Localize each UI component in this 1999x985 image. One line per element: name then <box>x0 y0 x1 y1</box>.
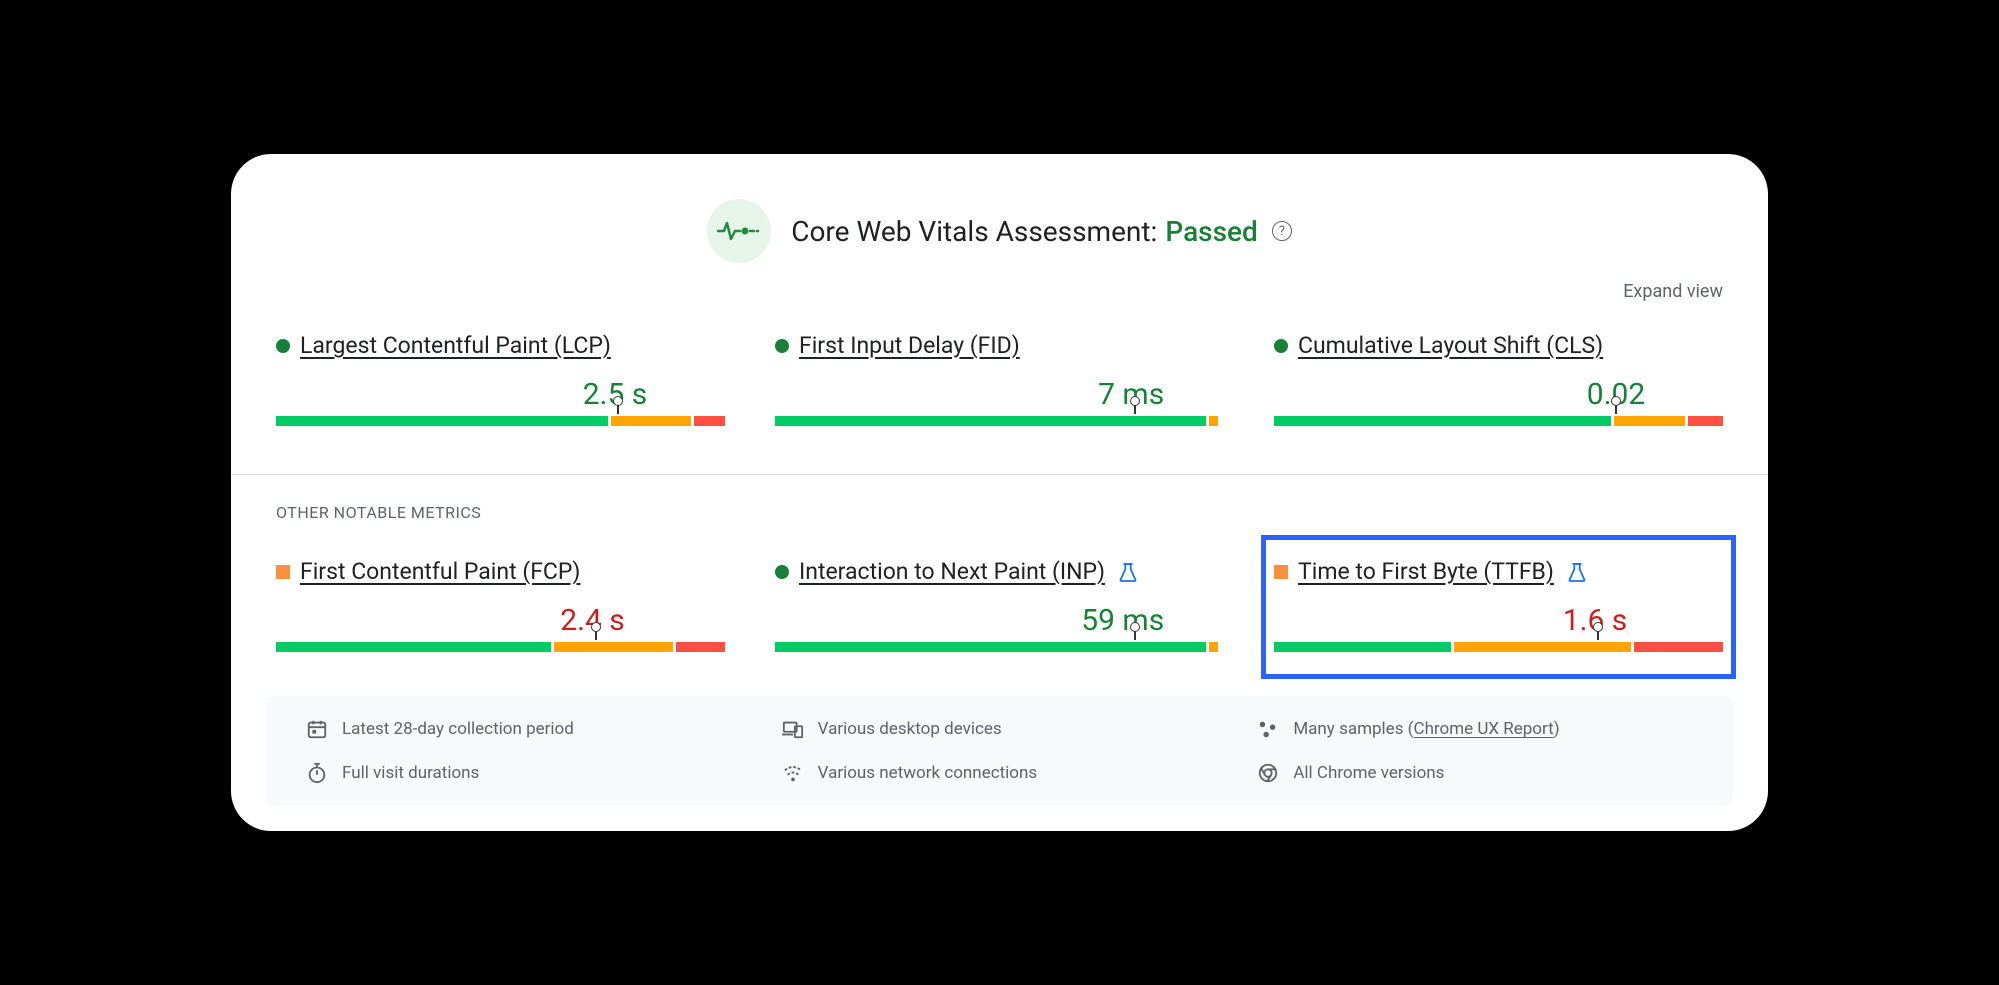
metric-value: 2.5 s <box>276 377 725 412</box>
metric-card: Time to First Byte (TTFB) 1.6 s <box>1264 538 1733 676</box>
metric-bar <box>775 416 1224 432</box>
metric-bar <box>276 416 725 432</box>
flask-icon <box>1568 562 1586 582</box>
footer-collection-text: Latest 28-day collection period <box>342 719 574 739</box>
assessment-header: Core Web Vitals Assessment: Passed ? <box>266 184 1733 263</box>
metric-value: 1.6 s <box>1274 603 1723 638</box>
pulse-icon <box>707 199 771 263</box>
footer-network-text: Various network connections <box>818 763 1038 783</box>
bar-marker <box>1597 630 1599 640</box>
footer-devices-text: Various desktop devices <box>818 719 1002 739</box>
metric-card: Cumulative Layout Shift (CLS) 0.02 <box>1274 332 1723 432</box>
footer-devices: Various desktop devices <box>782 718 1218 740</box>
metric-bar <box>1274 416 1723 432</box>
metric-name-link[interactable]: Cumulative Layout Shift (CLS) <box>1298 332 1603 359</box>
assessment-title: Core Web Vitals Assessment: Passed ? <box>791 215 1292 248</box>
samples-prefix: Many samples ( <box>1293 719 1413 739</box>
metric-name-link[interactable]: Largest Contentful Paint (LCP) <box>300 332 611 359</box>
expand-view-link[interactable]: Expand view <box>1623 281 1723 302</box>
status-dot-green <box>775 565 789 579</box>
core-metrics-row: Largest Contentful Paint (LCP) 2.5 s First… <box>266 332 1733 432</box>
title-prefix: Core Web Vitals Assessment: <box>791 215 1157 248</box>
metric-name-link[interactable]: First Contentful Paint (FCP) <box>300 558 580 585</box>
core-web-vitals-panel: Core Web Vitals Assessment: Passed ? Exp… <box>231 154 1768 831</box>
bar-marker <box>1134 630 1136 640</box>
scatter-icon <box>1257 718 1279 740</box>
footer-chrome: All Chrome versions <box>1257 762 1693 784</box>
metric-header: First Input Delay (FID) <box>775 332 1224 359</box>
devices-icon <box>782 718 804 740</box>
metric-value: 7 ms <box>775 377 1224 412</box>
metric-value: 0.02 <box>1274 377 1723 412</box>
metric-value: 59 ms <box>775 603 1224 638</box>
bar-marker <box>617 404 619 414</box>
bar-marker <box>595 630 597 640</box>
status-square-orange <box>276 565 290 579</box>
metric-name-link[interactable]: First Input Delay (FID) <box>799 332 1020 359</box>
footer-durations-text: Full visit durations <box>342 763 479 783</box>
bar-marker <box>1134 404 1136 414</box>
samples-suffix: ) <box>1554 719 1560 739</box>
flask-icon <box>1119 562 1137 582</box>
metric-bar <box>276 642 725 658</box>
metric-card: Interaction to Next Paint (INP) 59 ms <box>775 558 1224 658</box>
status-dot-green <box>1274 339 1288 353</box>
metric-header: First Contentful Paint (FCP) <box>276 558 725 585</box>
other-metrics-row: First Contentful Paint (FCP) 2.4 s Interac… <box>266 558 1733 658</box>
footer-chrome-text: All Chrome versions <box>1293 763 1444 783</box>
calendar-icon <box>306 718 328 740</box>
footer-info: Latest 28-day collection period Various … <box>266 696 1733 806</box>
metric-card: First Contentful Paint (FCP) 2.4 s <box>276 558 725 658</box>
metric-header: Cumulative Layout Shift (CLS) <box>1274 332 1723 359</box>
bar-marker <box>1615 404 1617 414</box>
assessment-status: Passed <box>1165 215 1257 248</box>
metric-header: Interaction to Next Paint (INP) <box>775 558 1224 585</box>
status-dot-green <box>775 339 789 353</box>
metric-bar <box>1274 642 1723 658</box>
metric-bar <box>775 642 1224 658</box>
status-square-orange <box>1274 565 1288 579</box>
chrome-icon <box>1257 762 1279 784</box>
metric-card: Largest Contentful Paint (LCP) 2.5 s <box>276 332 725 432</box>
metric-card: First Input Delay (FID) 7 ms <box>775 332 1224 432</box>
status-dot-green <box>276 339 290 353</box>
metric-header: Largest Contentful Paint (LCP) <box>276 332 725 359</box>
metric-name-link[interactable]: Time to First Byte (TTFB) <box>1298 558 1554 585</box>
chrome-ux-report-link[interactable]: Chrome UX Report <box>1414 719 1554 739</box>
metric-header: Time to First Byte (TTFB) <box>1274 558 1723 585</box>
help-icon[interactable]: ? <box>1272 221 1292 241</box>
footer-samples: Many samples (Chrome UX Report) <box>1257 718 1693 740</box>
metric-value: 2.4 s <box>276 603 725 638</box>
footer-collection: Latest 28-day collection period <box>306 718 742 740</box>
network-icon <box>782 762 804 784</box>
metric-name-link[interactable]: Interaction to Next Paint (INP) <box>799 558 1105 585</box>
footer-samples-text: Many samples (Chrome UX Report) <box>1293 719 1559 739</box>
footer-durations: Full visit durations <box>306 762 742 784</box>
footer-network: Various network connections <box>782 762 1218 784</box>
timer-icon <box>306 762 328 784</box>
